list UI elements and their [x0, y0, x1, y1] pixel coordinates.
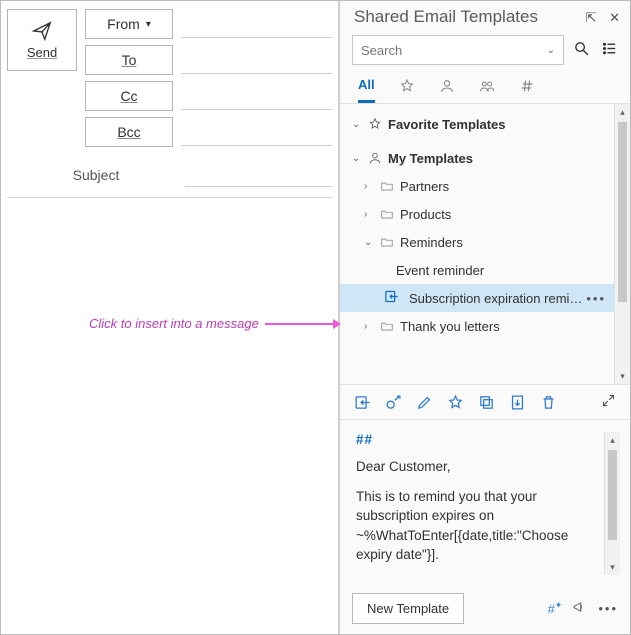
folder-icon: [378, 319, 396, 333]
tree-folder-reminders[interactable]: ⌄ Reminders: [340, 228, 614, 256]
chevron-right-icon: ›: [364, 321, 378, 332]
more-icon[interactable]: •••: [586, 291, 606, 306]
search-placeholder: Search: [361, 43, 402, 58]
tab-favorites[interactable]: [399, 78, 415, 102]
tree-label: Favorite Templates: [388, 117, 506, 132]
chevron-down-icon: ▾: [146, 19, 151, 30]
tree-template-subscription-reminder[interactable]: Subscription expiration remi… •••: [340, 284, 614, 312]
tree-favorite-templates[interactable]: ⌄ Favorite Templates: [340, 110, 614, 138]
hash-icon: [519, 78, 535, 94]
pane-footer: New Template #✦ •••: [340, 583, 630, 634]
tree-label: Reminders: [400, 235, 463, 250]
scroll-up-icon[interactable]: ▴: [605, 432, 620, 448]
megaphone-icon: [572, 599, 588, 615]
star-icon: [399, 78, 415, 94]
chevron-right-icon: ›: [364, 181, 378, 192]
sort-icon: [601, 40, 618, 57]
send-label: Send: [27, 45, 57, 60]
compose-pane: Send From ▾ To Cc: [1, 1, 339, 634]
pen-web-button[interactable]: [385, 394, 402, 411]
preview-tag: ##: [356, 432, 600, 447]
hash-macro-button[interactable]: #✦: [548, 600, 563, 616]
search-button[interactable]: [570, 40, 592, 60]
templates-pane: Shared Email Templates ⇱ ✕ Search ⌄ All: [339, 1, 630, 634]
chevron-down-icon: ⌄: [352, 119, 366, 130]
tree-label: Event reminder: [396, 263, 484, 278]
sort-button[interactable]: [598, 40, 620, 60]
from-field[interactable]: [181, 10, 332, 38]
search-icon: [573, 40, 590, 57]
filter-tabs: All: [340, 69, 630, 104]
preview-greeting: Dear Customer,: [356, 457, 600, 477]
subject-field[interactable]: [185, 163, 332, 187]
scroll-thumb[interactable]: [618, 122, 627, 302]
star-icon: [366, 117, 384, 131]
delete-button[interactable]: [540, 394, 557, 411]
from-button[interactable]: From ▾: [85, 9, 173, 39]
tree-label: Subscription expiration remi…: [409, 291, 582, 306]
import-button[interactable]: [509, 394, 526, 411]
compose-divider: [7, 197, 332, 198]
send-icon: [31, 20, 53, 42]
chevron-down-icon: ⌄: [364, 237, 378, 248]
tree-label: Partners: [400, 179, 449, 194]
folder-icon: [378, 235, 396, 249]
template-preview: ## Dear Customer, This is to remind you …: [340, 420, 630, 583]
tree-template-event-reminder[interactable]: Event reminder: [340, 256, 614, 284]
preview-scrollbar[interactable]: ▴ ▾: [604, 432, 620, 575]
pin-icon[interactable]: ⇱: [585, 10, 596, 25]
tree-folder-partners[interactable]: › Partners: [340, 172, 614, 200]
tab-team[interactable]: [479, 78, 495, 102]
to-button[interactable]: To: [85, 45, 173, 75]
chevron-right-icon: ›: [364, 209, 378, 220]
template-toolbar: [340, 384, 630, 420]
cc-field[interactable]: [181, 82, 332, 110]
tree-folder-thankyou[interactable]: › Thank you letters: [340, 312, 614, 340]
bcc-field[interactable]: [181, 118, 332, 146]
scroll-down-icon[interactable]: ▾: [615, 368, 630, 384]
tree-folder-products[interactable]: › Products: [340, 200, 614, 228]
preview-body-text: This is to remind you that your subscrip…: [356, 487, 600, 565]
tab-hash[interactable]: [519, 78, 535, 102]
favorite-button[interactable]: [447, 394, 464, 411]
edit-button[interactable]: [416, 394, 433, 411]
annotation: Click to insert into a message: [89, 316, 335, 331]
pane-title: Shared Email Templates: [354, 7, 538, 27]
insert-icon[interactable]: [384, 289, 399, 307]
more-button[interactable]: •••: [598, 601, 618, 616]
people-icon: [479, 78, 495, 94]
scroll-thumb[interactable]: [608, 450, 617, 540]
scroll-down-icon[interactable]: ▾: [605, 559, 620, 575]
insert-button[interactable]: [354, 394, 371, 411]
tree-my-templates[interactable]: ⌄ My Templates: [340, 144, 614, 172]
announce-button[interactable]: [572, 599, 588, 618]
send-button[interactable]: Send: [7, 9, 77, 71]
close-icon[interactable]: ✕: [609, 10, 620, 25]
tab-personal[interactable]: [439, 78, 455, 102]
arrow-icon: [265, 323, 335, 325]
tree-scrollbar[interactable]: ▴ ▾: [614, 104, 630, 384]
annotation-text: Click to insert into a message: [89, 316, 259, 331]
person-icon: [366, 151, 384, 165]
chevron-down-icon: ⌄: [352, 153, 366, 164]
folder-icon: [378, 179, 396, 193]
template-tree: ⌄ Favorite Templates ⌄ My Templates › Pa…: [340, 104, 614, 384]
chevron-down-icon[interactable]: ⌄: [547, 45, 555, 56]
search-input[interactable]: Search ⌄: [352, 35, 564, 65]
person-icon: [439, 78, 455, 94]
copy-button[interactable]: [478, 394, 495, 411]
scroll-up-icon[interactable]: ▴: [615, 104, 630, 120]
to-field[interactable]: [181, 46, 332, 74]
new-template-button[interactable]: New Template: [352, 593, 464, 624]
tree-label: My Templates: [388, 151, 473, 166]
bcc-button[interactable]: Bcc: [85, 117, 173, 147]
tree-label: Thank you letters: [400, 319, 500, 334]
tree-label: Products: [400, 207, 451, 222]
cc-button[interactable]: Cc: [85, 81, 173, 111]
subject-label: Subject: [7, 167, 185, 183]
expand-button[interactable]: [601, 393, 616, 411]
folder-icon: [378, 207, 396, 221]
tab-all[interactable]: All: [358, 77, 375, 103]
